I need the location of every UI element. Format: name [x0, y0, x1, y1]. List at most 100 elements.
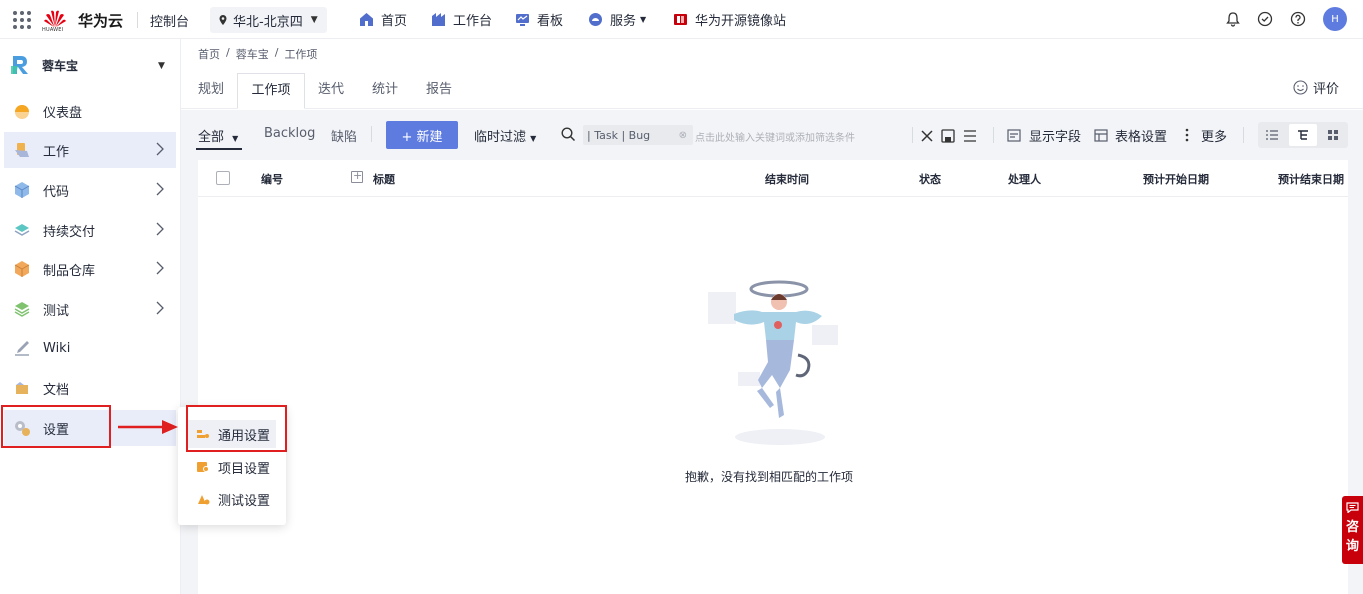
list-filter-icon[interactable]	[963, 129, 977, 143]
search-input[interactable]: 点击此处输入关键词或添加筛选条件	[695, 129, 855, 144]
column-header-title[interactable]: 标题	[373, 171, 395, 187]
user-avatar[interactable]: H	[1323, 7, 1347, 31]
nav-service[interactable]: 服务 ▼	[588, 10, 646, 29]
filter-chip-label: | Task | Bug	[587, 128, 651, 142]
grid-view-icon	[1328, 130, 1338, 140]
more-button[interactable]: 更多	[1201, 126, 1227, 145]
highlight-box	[1, 405, 111, 448]
annotation-arrow-icon	[118, 420, 178, 434]
filter-chip[interactable]: | Task | Bug ⊗	[583, 125, 693, 145]
code-module-icon	[14, 182, 30, 198]
breadcrumb-separator: /	[226, 46, 230, 59]
breadcrumb-project[interactable]: 蓉车宝	[236, 46, 269, 62]
app-grid-icon[interactable]	[13, 11, 31, 29]
service-icon	[589, 13, 602, 26]
workbench-icon	[432, 13, 445, 26]
save-icon[interactable]	[941, 129, 955, 143]
list-view-button[interactable]	[1258, 124, 1286, 146]
project-logo-icon	[11, 56, 28, 74]
filter-defect[interactable]: 缺陷	[331, 126, 357, 145]
tab-iterations[interactable]: 迭代	[315, 73, 347, 109]
more-icon	[1185, 128, 1189, 142]
artifact-module-icon	[14, 261, 30, 277]
sidebar-item-docs[interactable]: 文档	[4, 370, 176, 406]
menu-item-test-settings[interactable]: 测试设置	[188, 485, 276, 513]
rate-button[interactable]: 评价	[1293, 78, 1339, 97]
filter-all[interactable]: 全部 ▼	[198, 126, 238, 145]
sidebar-item-label: 代码	[43, 184, 70, 200]
sidebar-item-label: 持续交付	[43, 224, 96, 240]
chevron-down-icon: ▼	[232, 134, 239, 143]
menu-item-project-settings[interactable]: 项目设置	[188, 453, 276, 481]
breadcrumb-home[interactable]: 首页	[198, 46, 220, 62]
column-header-planned-start[interactable]: 预计开始日期	[1143, 171, 1209, 187]
rate-label: 评价	[1313, 82, 1340, 97]
column-header-status[interactable]: 状态	[919, 171, 941, 187]
dashboard-icon	[516, 14, 529, 26]
sidebar-item-continuous-delivery[interactable]: 持续交付	[4, 212, 176, 248]
bell-icon[interactable]	[1225, 11, 1241, 27]
brand-name[interactable]: 华为云	[78, 10, 123, 31]
empty-state-illustration	[708, 280, 838, 445]
divider	[137, 12, 138, 28]
tab-work-items[interactable]: 工作项	[237, 73, 305, 109]
sidebar-item-wiki[interactable]: Wiki	[4, 330, 176, 366]
column-header-planned-end[interactable]: 预计结束日期	[1278, 171, 1344, 187]
region-selector[interactable]: 华北-北京四 ▼	[210, 7, 327, 33]
consult-button[interactable]: 咨 询	[1342, 496, 1363, 564]
task-check-icon[interactable]	[1257, 11, 1273, 27]
new-work-item-button[interactable]: + 新建	[386, 121, 458, 149]
huawei-logo-text: HUAWEI	[42, 27, 64, 33]
divider	[1243, 127, 1244, 143]
project-switcher[interactable]: 蓉车宝	[10, 54, 78, 76]
nav-workbench[interactable]: 工作台	[431, 10, 492, 29]
search-icon[interactable]	[561, 127, 576, 142]
test-settings-icon	[198, 495, 210, 505]
nav-mirror[interactable]: 华为开源镜像站	[673, 10, 786, 29]
table-header: 编号 + 标题 结束时间 状态 处理人 预计开始日期 预计结束日期	[198, 160, 1348, 197]
nav-home-label: 首页	[381, 14, 408, 29]
select-all-checkbox[interactable]	[216, 171, 230, 185]
test-module-icon	[14, 302, 30, 317]
column-header-id[interactable]: 编号	[261, 171, 283, 187]
console-link[interactable]: 控制台	[150, 11, 189, 30]
home-icon	[360, 13, 373, 26]
help-icon[interactable]	[1290, 11, 1306, 27]
chevron-right-icon	[156, 182, 164, 196]
sidebar-item-label: 测试	[43, 303, 70, 319]
show-fields-icon	[1007, 129, 1021, 142]
sidebar-item-dashboard[interactable]: 仪表盘	[4, 93, 176, 129]
tree-view-button[interactable]	[1289, 124, 1317, 146]
chevron-right-icon	[156, 301, 164, 315]
tab-statistics[interactable]: 统计	[369, 73, 401, 109]
divider	[912, 127, 913, 143]
sidebar-item-artifact-repo[interactable]: 制品仓库	[4, 251, 176, 287]
breadcrumb-separator: /	[274, 46, 279, 59]
breadcrumb-current: 工作项	[284, 48, 318, 61]
sidebar-item-test[interactable]: 测试	[4, 291, 176, 327]
empty-state-message: 抱歉，没有找到相匹配的工作项	[685, 470, 854, 484]
column-header-end-time[interactable]: 结束时间	[765, 171, 809, 187]
chevron-down-icon[interactable]: ▼	[158, 61, 165, 71]
expand-all-icon[interactable]: +	[351, 169, 363, 183]
temp-filter-dropdown[interactable]: 临时过滤 ▼	[474, 126, 536, 145]
tab-reports[interactable]: 报告	[423, 73, 455, 109]
clear-icon[interactable]	[921, 130, 933, 142]
close-icon[interactable]: ⊗	[679, 130, 687, 141]
nav-dashboard[interactable]: 看板	[515, 10, 563, 29]
delivery-module-icon	[14, 224, 30, 236]
card-view-button[interactable]	[1319, 124, 1347, 146]
column-header-assignee[interactable]: 处理人	[1008, 171, 1041, 187]
region-label: 华北-北京四	[233, 14, 303, 30]
sidebar-item-label: 仪表盘	[43, 105, 83, 121]
nav-home[interactable]: 首页	[359, 10, 407, 29]
tab-bar: 规划 工作项 迭代 统计 报告	[181, 73, 1363, 109]
sidebar-item-work[interactable]: 工作	[4, 132, 176, 168]
show-fields-button[interactable]: 显示字段	[1029, 126, 1081, 145]
nav-service-label: 服务	[610, 14, 637, 29]
filter-backlog[interactable]: Backlog	[264, 126, 315, 141]
sidebar-item-code[interactable]: 代码	[4, 172, 176, 208]
tab-planning[interactable]: 规划	[196, 73, 226, 109]
nav-mirror-label: 华为开源镜像站	[695, 14, 787, 29]
table-settings-button[interactable]: 表格设置	[1115, 126, 1167, 145]
